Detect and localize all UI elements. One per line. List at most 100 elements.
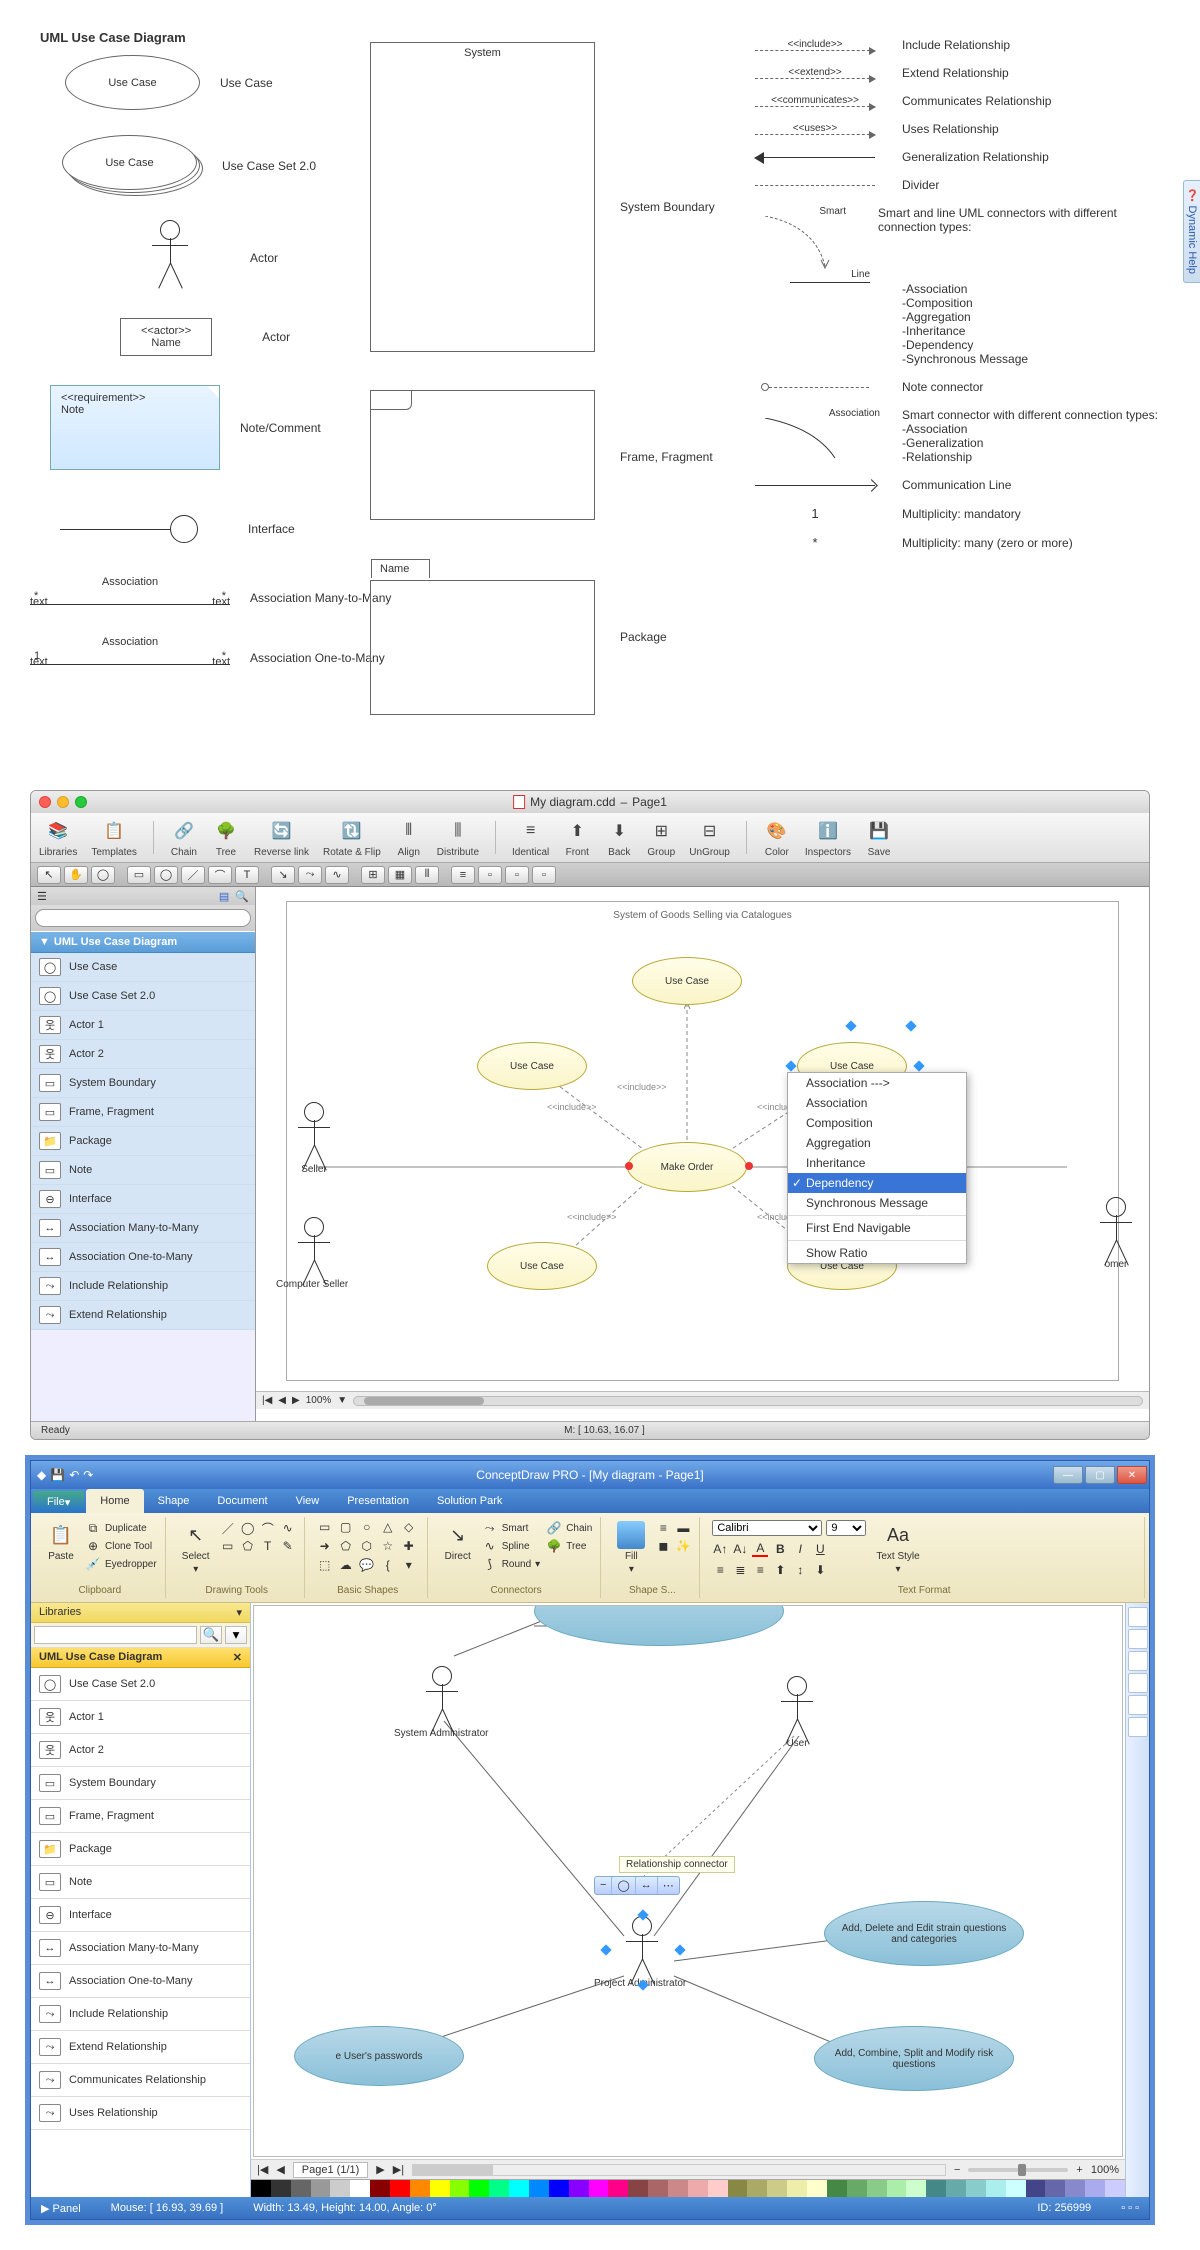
ctx-association[interactable]: Association xyxy=(788,1093,966,1113)
sidebar-toggle-icon[interactable]: ☰ xyxy=(37,890,47,903)
ctx-synchronous-message[interactable]: Synchronous Message xyxy=(788,1193,966,1213)
qat-undo-icon[interactable]: ↶ xyxy=(69,1468,79,1482)
color-swatch[interactable] xyxy=(370,2180,390,2197)
mac-titlebar[interactable]: My diagram.cdd – Page1 xyxy=(31,791,1149,813)
close-button[interactable]: ✕ xyxy=(1117,1466,1147,1484)
sidebar-item-interface[interactable]: ⊖Interface xyxy=(31,1899,250,1932)
sidebar-item-communicates-relationship[interactable]: ⤳Communicates Relationship xyxy=(31,2064,250,2097)
win-titlebar[interactable]: ◆ 💾 ↶ ↷ ConceptDraw PRO - [My diagram - … xyxy=(31,1461,1149,1489)
chain-button[interactable]: 🔗Chain xyxy=(170,817,198,858)
sidebar-item-note[interactable]: ▭Note xyxy=(31,1866,250,1899)
color-swatch[interactable] xyxy=(311,2180,331,2197)
sidebar-search-input[interactable] xyxy=(35,909,251,927)
sidebar-item-extend-relationship[interactable]: ⤳Extend Relationship xyxy=(31,1301,255,1330)
font-select[interactable]: Calibri xyxy=(712,1520,822,1536)
win-page-bar[interactable]: |◀ ◀ Page1 (1/1) ▶ ▶| − + 100% xyxy=(251,2159,1125,2179)
page-prev-icon[interactable]: ◀ xyxy=(276,2163,284,2176)
tool-layers[interactable]: ≡ xyxy=(451,866,475,884)
rotate-flip-button[interactable]: 🔃Rotate & Flip xyxy=(323,817,381,858)
tool-rect[interactable]: ▭ xyxy=(127,866,151,884)
font-grow-icon[interactable]: A↑ xyxy=(712,1541,728,1557)
tab-home[interactable]: Home xyxy=(86,1489,143,1513)
sidebar-item-system-boundary[interactable]: ▭System Boundary xyxy=(31,1069,255,1098)
ungroup-button[interactable]: ⊟UnGroup xyxy=(689,817,730,858)
page-last-icon[interactable]: ▶| xyxy=(393,2163,404,2176)
sidebar-item-use-case-set-2-0[interactable]: ◯Use Case Set 2.0 xyxy=(31,1668,250,1701)
tool-rect-icon[interactable]: ▭ xyxy=(220,1538,236,1554)
color-swatch[interactable] xyxy=(648,2180,668,2197)
line-weight-icon[interactable]: ▬ xyxy=(675,1520,691,1536)
actor-projadmin[interactable]: Project Administrator xyxy=(624,1916,660,1989)
rt-btn-4[interactable] xyxy=(1128,1673,1148,1693)
chain-button[interactable]: 🔗Chain xyxy=(546,1519,592,1537)
shape-star-icon[interactable]: ☆ xyxy=(380,1538,396,1554)
clone-button[interactable]: ⊕Clone Tool xyxy=(85,1537,157,1555)
ctx-inheritance[interactable]: Inheritance xyxy=(788,1153,966,1173)
use-case-risk[interactable]: Add, Combine, Split and Modify risk ques… xyxy=(814,2026,1014,2091)
color-swatch[interactable] xyxy=(430,2180,450,2197)
shape-pent-icon[interactable]: ⬠ xyxy=(338,1538,354,1554)
sidebar-item-actor-2[interactable]: 웃Actor 2 xyxy=(31,1734,250,1767)
valign-bot-icon[interactable]: ⬇ xyxy=(812,1562,828,1578)
tool-arc-icon[interactable]: ⌒ xyxy=(260,1520,276,1536)
mini-btn-2[interactable]: ◯ xyxy=(612,1877,635,1894)
canvas-scrollbar[interactable]: |◀◀▶ 100% ▼ xyxy=(256,1391,1149,1409)
color-swatch[interactable] xyxy=(410,2180,430,2197)
tool-text[interactable]: T xyxy=(235,866,259,884)
shape-hex-icon[interactable]: ⬡ xyxy=(359,1538,375,1554)
tool-text-icon[interactable]: T xyxy=(260,1538,276,1554)
sidebar-search-icon[interactable]: 🔍 xyxy=(235,890,249,903)
rt-btn-1[interactable] xyxy=(1128,1607,1148,1627)
sidebar-item-association-many-to-many[interactable]: ↔Association Many-to-Many xyxy=(31,1932,250,1965)
tab-document[interactable]: Document xyxy=(203,1489,281,1513)
actor-computer-seller[interactable]: Computer Seller xyxy=(296,1217,332,1290)
align-left-icon[interactable]: ≡ xyxy=(712,1562,728,1578)
color-swatch[interactable] xyxy=(728,2180,748,2197)
zoom-button[interactable] xyxy=(75,796,87,808)
align-button[interactable]: ⫴Align xyxy=(395,817,423,858)
color-swatch[interactable] xyxy=(708,2180,728,2197)
page-next-icon[interactable]: ▶ xyxy=(376,2163,384,2176)
sidebar-item-use-case-set-2-0[interactable]: ◯Use Case Set 2.0 xyxy=(31,982,255,1011)
shape-cyl-icon[interactable]: ⬚ xyxy=(317,1557,333,1573)
valign-top-icon[interactable]: ⬆ xyxy=(772,1562,788,1578)
rt-btn-5[interactable] xyxy=(1128,1695,1148,1715)
save-button[interactable]: 💾Save xyxy=(865,817,893,858)
color-swatch[interactable] xyxy=(946,2180,966,2197)
front-button[interactable]: ⬆Front xyxy=(563,817,591,858)
tab-shape[interactable]: Shape xyxy=(144,1489,204,1513)
line-style-icon[interactable]: ≡ xyxy=(655,1520,671,1536)
sidebar-item-use-case[interactable]: ◯Use Case xyxy=(31,953,255,982)
sidebar-search-input[interactable] xyxy=(34,1626,197,1644)
shape-cloud-icon[interactable]: ☁ xyxy=(338,1557,354,1573)
font-size-select[interactable]: 9 xyxy=(826,1520,866,1536)
color-swatch[interactable] xyxy=(807,2180,827,2197)
group-button[interactable]: ⊞Group xyxy=(647,817,675,858)
mac-canvas[interactable]: System of Goods Selling via Catalogues U… xyxy=(256,887,1149,1421)
category-close-icon[interactable]: ✕ xyxy=(233,1651,242,1664)
shape-diamond-icon[interactable]: ◇ xyxy=(401,1519,417,1535)
round-connector-button[interactable]: ⟆Round ▾ xyxy=(482,1555,541,1573)
sidebar-item-system-boundary[interactable]: ▭System Boundary xyxy=(31,1767,250,1800)
sidebar-item-extend-relationship[interactable]: ⤳Extend Relationship xyxy=(31,2031,250,2064)
tool-misc2[interactable]: ▫ xyxy=(505,866,529,884)
tool-ellipse-icon[interactable]: ◯ xyxy=(240,1520,256,1536)
color-palette-bar[interactable] xyxy=(251,2179,1125,2197)
use-case-top[interactable]: Use Case xyxy=(632,957,742,1005)
tree-button[interactable]: 🌳Tree xyxy=(546,1537,592,1555)
underline-icon[interactable]: U xyxy=(812,1541,828,1557)
color-swatch[interactable] xyxy=(847,2180,867,2197)
distribute-button[interactable]: ⫼Distribute xyxy=(437,817,479,858)
minimize-button[interactable]: — xyxy=(1053,1466,1083,1484)
sidebar-category-header[interactable]: UML Use Case Diagram✕ xyxy=(31,1648,250,1668)
color-button[interactable]: 🎨Color xyxy=(763,817,791,858)
inspectors-button[interactable]: ℹ️Inspectors xyxy=(805,817,851,858)
tool-line-icon[interactable]: ／ xyxy=(220,1520,236,1536)
color-swatch[interactable] xyxy=(966,2180,986,2197)
align-center-icon[interactable]: ≣ xyxy=(732,1562,748,1578)
color-swatch[interactable] xyxy=(1085,2180,1105,2197)
color-swatch[interactable] xyxy=(1105,2180,1125,2197)
templates-button[interactable]: 📋Templates xyxy=(91,817,137,858)
color-swatch[interactable] xyxy=(867,2180,887,2197)
sidebar-item-note[interactable]: ▭Note xyxy=(31,1156,255,1185)
